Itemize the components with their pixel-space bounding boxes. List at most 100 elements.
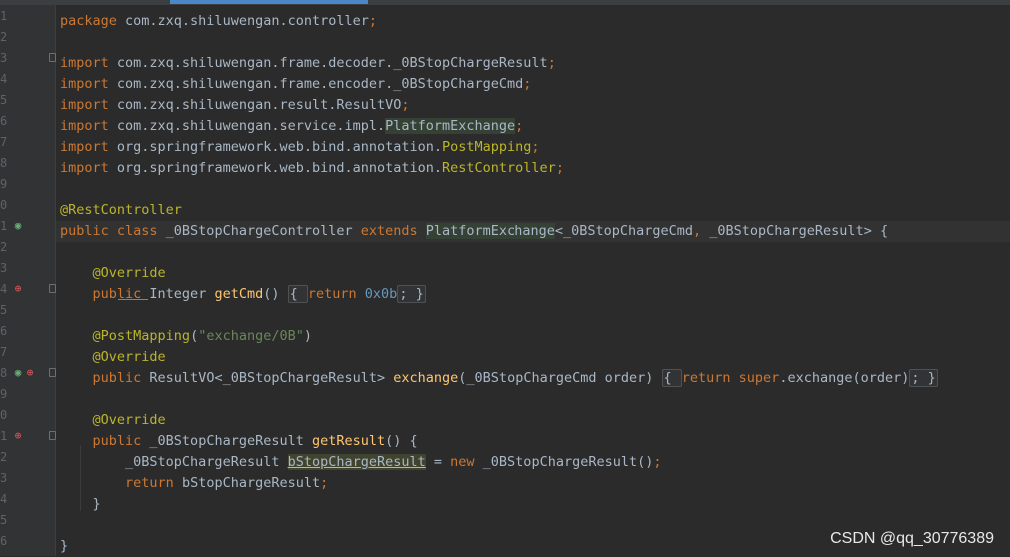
code-line[interactable]: public class _0BStopChargeController ext…: [56, 221, 1010, 242]
code-line[interactable]: public _0BStopChargeResult getResult() {: [56, 431, 1010, 452]
code-token: (_0BStopChargeCmd order): [458, 370, 662, 386]
folded-code-region[interactable]: ; }: [397, 285, 426, 303]
code-token: import: [60, 139, 117, 155]
code-line[interactable]: @Override: [56, 347, 1010, 368]
code-line[interactable]: import org.springframework.web.bind.anno…: [56, 158, 1010, 179]
code-token: ;: [320, 475, 329, 491]
code-token: ;: [401, 97, 410, 113]
code-token: Integer: [149, 286, 215, 302]
gutter-line: 3: [0, 48, 56, 69]
code-token: public: [92, 433, 150, 449]
code-line[interactable]: }: [56, 494, 1010, 515]
fold-marker-icon[interactable]: [49, 431, 56, 440]
code-token: hange: [514, 223, 555, 239]
gutter-line: 5: [0, 510, 55, 531]
folded-code-region[interactable]: {: [661, 369, 682, 387]
code-token: return: [307, 286, 365, 302]
code-editor[interactable]: package com.zxq.shiluwengan.controller; i…: [56, 5, 1010, 556]
line-number: 6: [0, 534, 8, 548]
code-line[interactable]: import com.zxq.shiluwengan.result.Result…: [56, 95, 1010, 116]
code-line[interactable]: @RestController: [56, 200, 1010, 221]
code-line[interactable]: import com.zxq.shiluwengan.frame.decoder…: [56, 53, 1010, 74]
line-number: 5: [0, 513, 8, 527]
code-token: import: [60, 55, 117, 71]
override-icon[interactable]: ⊕: [24, 367, 36, 379]
line-number: 2: [0, 240, 8, 254]
code-token: bStopChargeResult: [287, 454, 426, 470]
folded-code-region[interactable]: ; }: [909, 369, 938, 387]
code-line[interactable]: return bStopChargeResult;: [56, 473, 1010, 494]
code-line[interactable]: import org.springframework.web.bind.anno…: [56, 137, 1010, 158]
code-token: _0BStopChargeController: [165, 223, 361, 239]
line-number: 2: [0, 450, 8, 464]
code-token: (: [190, 328, 199, 344]
code-token: ;: [531, 139, 540, 155]
fold-marker-icon[interactable]: [49, 53, 56, 62]
gutter-line: 1 ⊕: [0, 426, 56, 447]
gutter-line: 9: [0, 174, 55, 195]
code-token: com.zxq.shiluwengan.service.impl.: [116, 118, 386, 134]
gutter-line: 8: [0, 153, 55, 174]
code-token: =: [425, 454, 451, 470]
gutter-line: 2: [0, 237, 55, 258]
gutter-line: 4: [0, 489, 55, 510]
code-line[interactable]: package com.zxq.shiluwengan.controller;: [56, 11, 1010, 32]
code-line[interactable]: _0BStopChargeResult bStopChargeResult = …: [56, 452, 1010, 473]
code-line[interactable]: [56, 242, 1010, 263]
line-number: 3: [0, 261, 8, 275]
code-line[interactable]: @PostMapping("exchange/0B"): [56, 326, 1010, 347]
code-token: super: [738, 370, 780, 386]
code-line[interactable]: @Override: [56, 410, 1010, 431]
code-token: getResult: [311, 433, 386, 449]
code-line[interactable]: [56, 32, 1010, 53]
code-token: ,: [693, 223, 710, 239]
gutter-line: 0: [0, 405, 55, 426]
fold-marker-icon[interactable]: [49, 284, 56, 293]
code-line[interactable]: [56, 179, 1010, 200]
code-line-text: public Integer getCmd() { return 0x0b; }: [60, 284, 426, 305]
code-token: @PostMapping: [92, 328, 191, 344]
code-line[interactable]: [56, 305, 1010, 326]
code-token: _0BStopChargeResult: [149, 433, 312, 449]
code-line-text: package com.zxq.shiluwengan.controller;: [60, 11, 377, 32]
override-icon[interactable]: ⊕: [12, 283, 24, 295]
code-line-text: @PostMapping("exchange/0B"): [60, 326, 313, 347]
code-line[interactable]: [56, 389, 1010, 410]
code-line-text: import com.zxq.shiluwengan.frame.encoder…: [60, 74, 531, 95]
active-tab-indicator: [170, 0, 368, 4]
line-number: 6: [0, 324, 8, 338]
code-token: return: [125, 475, 182, 491]
code-token: PlatformExc: [425, 223, 516, 239]
folded-code-region[interactable]: {: [287, 285, 308, 303]
code-token: return: [681, 370, 739, 386]
code-line[interactable]: import com.zxq.shiluwengan.service.impl.…: [56, 116, 1010, 137]
line-number: 7: [0, 135, 8, 149]
code-line-text: @Override: [60, 263, 166, 284]
code-token: 0x0b: [364, 286, 398, 302]
code-token: PostMapping: [442, 139, 532, 155]
line-number: 5: [0, 303, 8, 317]
code-line[interactable]: public ResultVO<_0BStopChargeResult> exc…: [56, 368, 1010, 389]
line-number: 4: [0, 492, 8, 506]
code-line[interactable]: import com.zxq.shiluwengan.frame.encoder…: [56, 74, 1010, 95]
gutter-line: 3: [0, 468, 55, 489]
spring-bean-icon[interactable]: ◉: [12, 220, 24, 232]
code-token: () {: [385, 433, 418, 449]
code-token: "exchange/0B": [198, 328, 304, 344]
code-token: extends: [360, 223, 426, 239]
fold-marker-icon[interactable]: [49, 368, 56, 377]
code-token: }: [60, 538, 69, 554]
spring-bean-icon[interactable]: ◉: [12, 367, 24, 379]
code-token: .exchange(order): [779, 370, 910, 386]
code-line[interactable]: @Override: [56, 263, 1010, 284]
gutter-line: 4: [0, 69, 55, 90]
code-line[interactable]: public Integer getCmd() { return 0x0b; }: [56, 284, 1010, 305]
override-icon[interactable]: ⊕: [12, 430, 24, 442]
code-token: ;: [368, 13, 378, 29]
code-token: @Override: [92, 412, 166, 428]
csdn-watermark: CSDN @qq_30776389: [830, 530, 994, 547]
